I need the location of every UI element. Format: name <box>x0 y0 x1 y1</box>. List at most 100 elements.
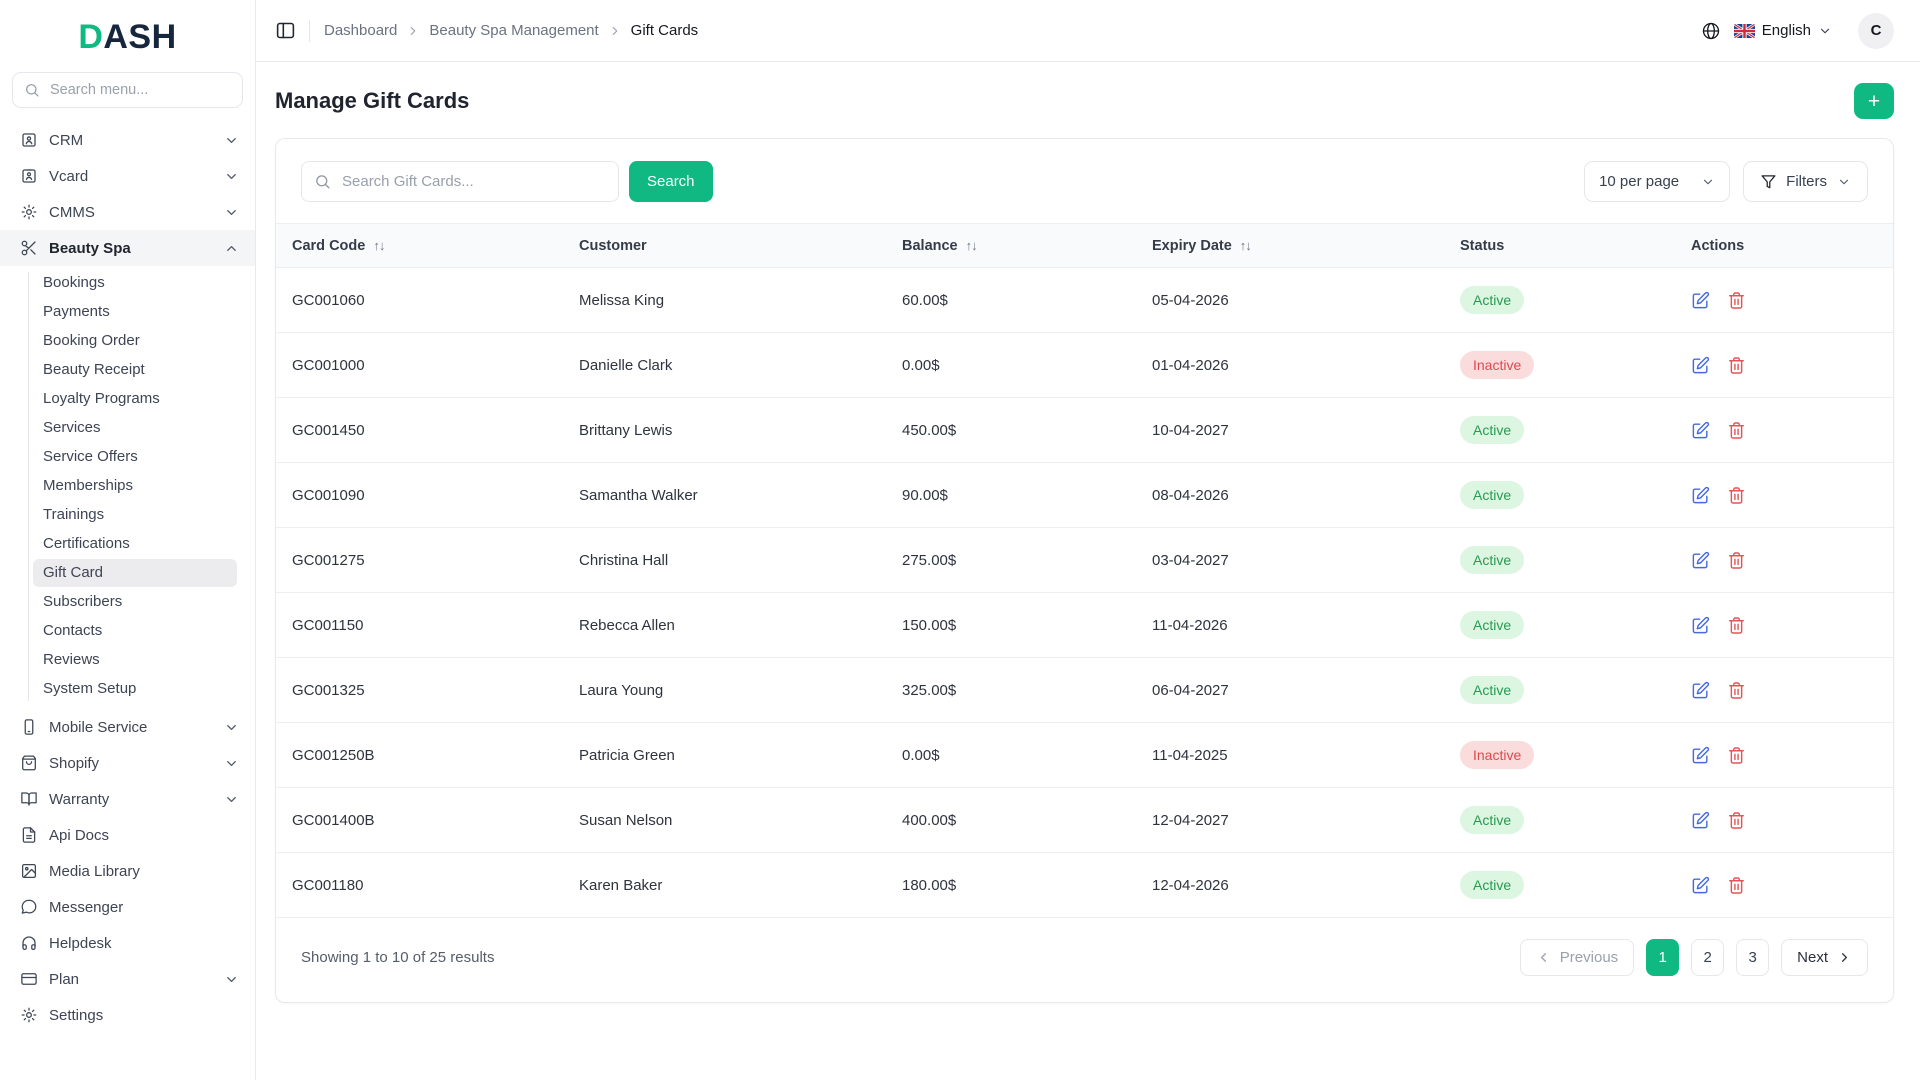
page-head: Manage Gift Cards + <box>275 83 1894 119</box>
sidebar-subitem[interactable]: Certifications <box>33 530 237 558</box>
brand-logo-rest: ASH <box>103 18 177 56</box>
trash-icon <box>1727 356 1746 375</box>
column-header-status: Status <box>1444 223 1675 268</box>
gift-card-search-input[interactable] <box>340 172 606 191</box>
edit-button[interactable] <box>1691 421 1710 440</box>
sidebar-subitem[interactable]: Bookings <box>33 269 237 297</box>
status-badge: Active <box>1460 286 1525 314</box>
results-summary: Showing 1 to 10 of 25 results <box>301 949 495 966</box>
edit-button[interactable] <box>1691 811 1710 830</box>
avatar[interactable]: C <box>1858 12 1894 49</box>
column-header-expiry-date[interactable]: Expiry Date ↑↓ <box>1136 223 1444 268</box>
trash-icon <box>1727 876 1746 895</box>
edit-button[interactable] <box>1691 291 1710 310</box>
sidebar-subitem[interactable]: Reviews <box>33 646 237 674</box>
cell-actions <box>1675 852 1893 918</box>
sidebar-subitem[interactable]: Loyalty Programs <box>33 385 237 413</box>
delete-button[interactable] <box>1727 876 1746 895</box>
cell-balance: 0.00$ <box>886 722 1136 788</box>
sidebar-item-crm[interactable]: CRM <box>0 122 255 158</box>
sidebar-subitem[interactable]: Trainings <box>33 501 237 529</box>
search-button[interactable]: Search <box>629 161 713 202</box>
add-gift-card-button[interactable]: + <box>1854 83 1894 119</box>
edit-button[interactable] <box>1691 356 1710 375</box>
sidebar-item-mobile-service[interactable]: Mobile Service <box>0 709 255 745</box>
sidebar-item-shopify[interactable]: Shopify <box>0 745 255 781</box>
page-button[interactable]: 3 <box>1736 939 1770 976</box>
topbar-right: English C <box>1701 12 1894 49</box>
sidebar-subitem[interactable]: Services <box>33 414 237 442</box>
page-button[interactable]: 2 <box>1691 939 1725 976</box>
cell-actions <box>1675 722 1893 788</box>
cell-balance: 180.00$ <box>886 852 1136 918</box>
edit-button[interactable] <box>1691 616 1710 635</box>
sidebar-subitem[interactable]: System Setup <box>33 675 237 703</box>
sidebar-item-vcard[interactable]: Vcard <box>0 158 255 194</box>
language-selector[interactable]: English <box>1733 22 1832 39</box>
delete-button[interactable] <box>1727 356 1746 375</box>
edit-button[interactable] <box>1691 876 1710 895</box>
edit-icon <box>1691 876 1710 895</box>
sidebar-item-settings[interactable]: Settings <box>0 997 255 1033</box>
delete-button[interactable] <box>1727 421 1746 440</box>
sidebar-item-api-docs[interactable]: Api Docs <box>0 817 255 853</box>
cell-status: Active <box>1444 462 1675 528</box>
sidebar-item-label: Helpdesk <box>49 934 112 952</box>
sidebar-subitem[interactable]: Service Offers <box>33 443 237 471</box>
sidebar-item-media-library[interactable]: Media Library <box>0 853 255 889</box>
chevron-right-icon <box>608 24 622 38</box>
cell-customer: Laura Young <box>563 657 886 723</box>
sidebar-subitem[interactable]: Payments <box>33 298 237 326</box>
sidebar-subitem[interactable]: Gift Card <box>33 559 237 587</box>
filters-button[interactable]: Filters <box>1743 161 1868 202</box>
delete-button[interactable] <box>1727 746 1746 765</box>
column-header-card-code[interactable]: Card Code ↑↓ <box>276 223 563 268</box>
sidebar-item-cmms[interactable]: CMMS <box>0 194 255 230</box>
sidebar-subitem[interactable]: Subscribers <box>33 588 237 616</box>
delete-button[interactable] <box>1727 681 1746 700</box>
sidebar-item-warranty[interactable]: Warranty <box>0 781 255 817</box>
cell-expiry-date: 10-04-2027 <box>1136 397 1444 463</box>
cell-balance: 275.00$ <box>886 527 1136 593</box>
chevron-left-icon <box>1536 950 1551 965</box>
edit-button[interactable] <box>1691 486 1710 505</box>
next-page-button[interactable]: Next <box>1781 939 1868 976</box>
edit-button[interactable] <box>1691 681 1710 700</box>
cell-actions <box>1675 592 1893 658</box>
sidebar-toggle-icon[interactable] <box>275 20 296 41</box>
globe-icon[interactable] <box>1701 21 1721 41</box>
edit-button[interactable] <box>1691 746 1710 765</box>
sidebar-subitem[interactable]: Memberships <box>33 472 237 500</box>
sidebar-subitem[interactable]: Booking Order <box>33 327 237 355</box>
page-button[interactable]: 1 <box>1646 939 1680 976</box>
sidebar-item-plan[interactable]: Plan <box>0 961 255 997</box>
cell-balance: 400.00$ <box>886 787 1136 853</box>
previous-page-button[interactable]: Previous <box>1519 939 1635 976</box>
cell-actions <box>1675 397 1893 463</box>
cell-expiry-date: 11-04-2026 <box>1136 592 1444 658</box>
delete-button[interactable] <box>1727 291 1746 310</box>
sidebar-subitem[interactable]: Beauty Receipt <box>33 356 237 384</box>
trash-icon <box>1727 681 1746 700</box>
edit-button[interactable] <box>1691 551 1710 570</box>
delete-button[interactable] <box>1727 486 1746 505</box>
sidebar-subitem[interactable]: Contacts <box>33 617 237 645</box>
sidebar-search-input[interactable] <box>48 81 231 99</box>
sidebar-item-beauty-spa[interactable]: Beauty Spa <box>0 230 255 266</box>
per-page-select[interactable]: 10 per page <box>1584 161 1731 202</box>
cell-customer: Susan Nelson <box>563 787 886 853</box>
status-badge: Inactive <box>1460 351 1535 379</box>
sidebar-item-helpdesk[interactable]: Helpdesk <box>0 925 255 961</box>
delete-button[interactable] <box>1727 551 1746 570</box>
sidebar-item-label: Plan <box>49 970 80 988</box>
breadcrumb-dashboard[interactable]: Dashboard <box>324 22 397 39</box>
delete-button[interactable] <box>1727 616 1746 635</box>
column-header-balance[interactable]: Balance ↑↓ <box>886 223 1136 268</box>
delete-button[interactable] <box>1727 811 1746 830</box>
cell-customer: Patricia Green <box>563 722 886 788</box>
trash-icon <box>1727 291 1746 310</box>
breadcrumb-beauty-spa-management[interactable]: Beauty Spa Management <box>429 22 598 39</box>
edit-icon <box>1691 356 1710 375</box>
sidebar-item-messenger[interactable]: Messenger <box>0 889 255 925</box>
edit-icon <box>1691 551 1710 570</box>
